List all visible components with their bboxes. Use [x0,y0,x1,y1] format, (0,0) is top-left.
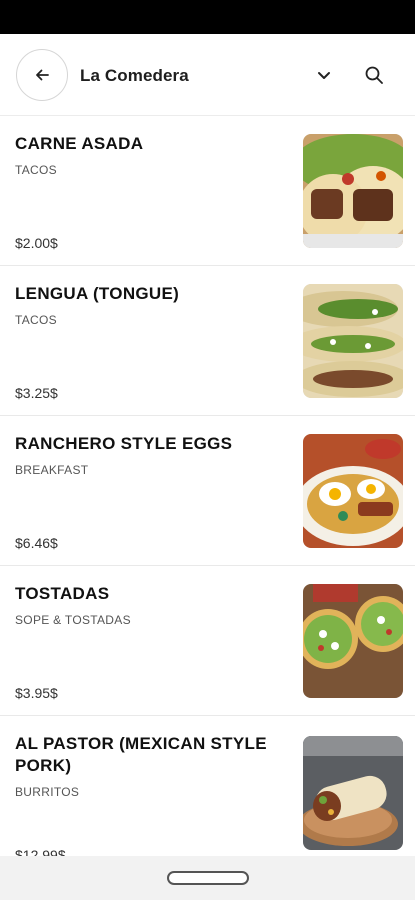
home-indicator[interactable] [167,871,249,885]
menu-list: CARNE ASADA TACOS $2.00$ LENGUA (TONGUE)… [0,116,415,856]
arrow-left-icon [36,69,49,81]
back-button[interactable] [16,49,68,101]
item-category: BURRITOS [15,785,80,799]
item-name: RANCHERO STYLE EGGS [15,434,233,453]
restaurant-dropdown-button[interactable] [312,64,336,88]
restaurant-title: La Comedera [80,66,189,85]
menu-item-ranchero-eggs[interactable]: RANCHERO STYLE EGGS BREAKFAST $6.46$ [0,416,415,566]
menu-item-al-pastor[interactable]: AL PASTOR (MEXICAN STYLE PORK) BURRITOS … [0,716,415,856]
navigation-bar [0,856,415,900]
item-price: $2.00$ [15,235,58,251]
chevron-down-icon [318,72,330,79]
tostadas-photo [303,584,403,698]
item-price: $3.25$ [15,385,58,401]
item-name: TOSTADAS [15,584,110,603]
search-icon [365,66,383,84]
status-bar [0,0,415,34]
al-pastor-burrito-photo [303,736,403,850]
menu-item-carne-asada[interactable]: CARNE ASADA TACOS $2.00$ [0,116,415,266]
app-header: La Comedera [0,34,415,116]
carne-asada-tacos-photo [303,134,403,248]
lengua-tacos-photo [303,284,403,398]
item-name: AL PASTOR (MEXICAN STYLE PORK) [15,734,267,775]
item-category: TACOS [15,163,57,177]
item-category: TACOS [15,313,57,327]
item-price: $6.46$ [15,535,58,551]
item-name: CARNE ASADA [15,134,144,153]
search-button[interactable] [362,63,386,87]
menu-item-lengua[interactable]: LENGUA (TONGUE) TACOS $3.25$ [0,266,415,416]
item-price: $3.95$ [15,685,58,701]
menu-item-tostadas[interactable]: TOSTADAS SOPE & TOSTADAS $3.95$ [0,566,415,716]
item-name: LENGUA (TONGUE) [15,284,180,303]
item-price: $12.99$ [15,847,66,856]
item-category: SOPE & TOSTADAS [15,613,131,627]
item-category: BREAKFAST [15,463,89,477]
ranchero-eggs-photo [303,434,403,548]
